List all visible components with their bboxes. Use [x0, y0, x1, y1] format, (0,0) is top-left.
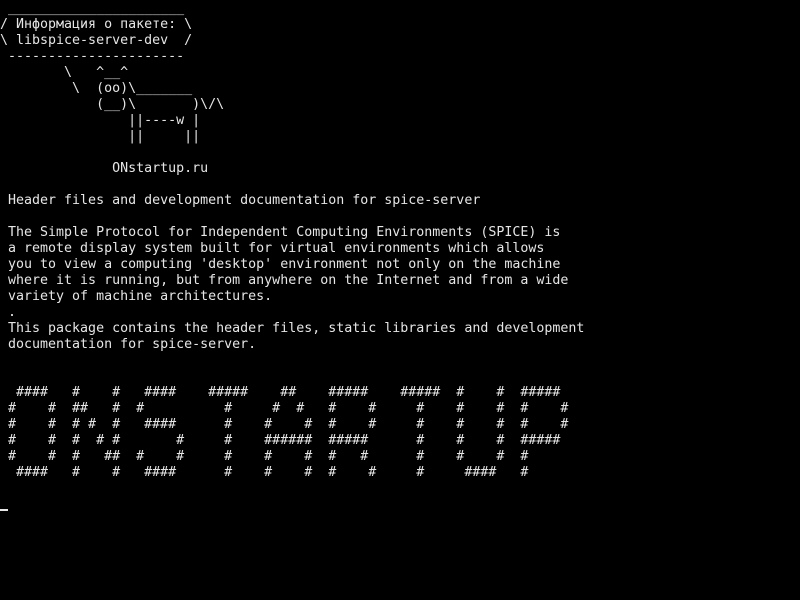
cow-ascii-line: \ ^__^: [0, 65, 129, 80]
text-cursor: [0, 509, 8, 511]
package-description-line: documentation for spice-server.: [0, 337, 257, 352]
ascii-banner-row: #### # # #### ##### ## ##### ##### # # #…: [0, 385, 561, 400]
package-description-line: you to view a computing 'desktop' enviro…: [0, 257, 561, 272]
package-description-line: variety of machine architectures.: [0, 289, 273, 304]
ascii-banner-row: # # # # # #### # # # # # # # # # #: [0, 417, 569, 432]
package-description-line: This package contains the header files, …: [0, 321, 585, 336]
cow-ascii-line: \ (oo)\_______: [0, 81, 193, 96]
package-description-line: a remote display system built for virtua…: [0, 241, 545, 256]
terminal-console[interactable]: ______________________ / Информация о па…: [0, 0, 800, 600]
package-description-line: .: [0, 305, 17, 320]
cowsay-bubble-line: \ libspice-server-dev /: [0, 33, 193, 48]
ascii-banner-row: # # ## # # # # # # # # # # # #: [0, 401, 569, 416]
ascii-banner-row: #### # # #### # # # # # # #### #: [0, 465, 529, 480]
cow-ascii-line: ||----w |: [0, 113, 201, 128]
ascii-banner-row: # # # ## # # # # # # # # # # #: [0, 449, 529, 464]
package-description-line: The Simple Protocol for Independent Comp…: [0, 225, 561, 240]
cow-ascii-line: || ||: [0, 129, 201, 144]
package-summary: Header files and development documentati…: [0, 193, 481, 208]
ascii-banner-row: # # # # # # # ###### ##### # # # #####: [0, 433, 561, 448]
cowsay-bubble-line: / Информация о пакете: \: [0, 17, 193, 32]
package-description-line: where it is running, but from anywhere o…: [0, 273, 569, 288]
site-name: ONstartup.ru: [0, 161, 209, 176]
cow-ascii-line: (__)\ )\/\: [0, 97, 225, 112]
cowsay-top-border: ______________________: [0, 1, 185, 16]
cowsay-bottom-border: ----------------------: [0, 49, 185, 64]
